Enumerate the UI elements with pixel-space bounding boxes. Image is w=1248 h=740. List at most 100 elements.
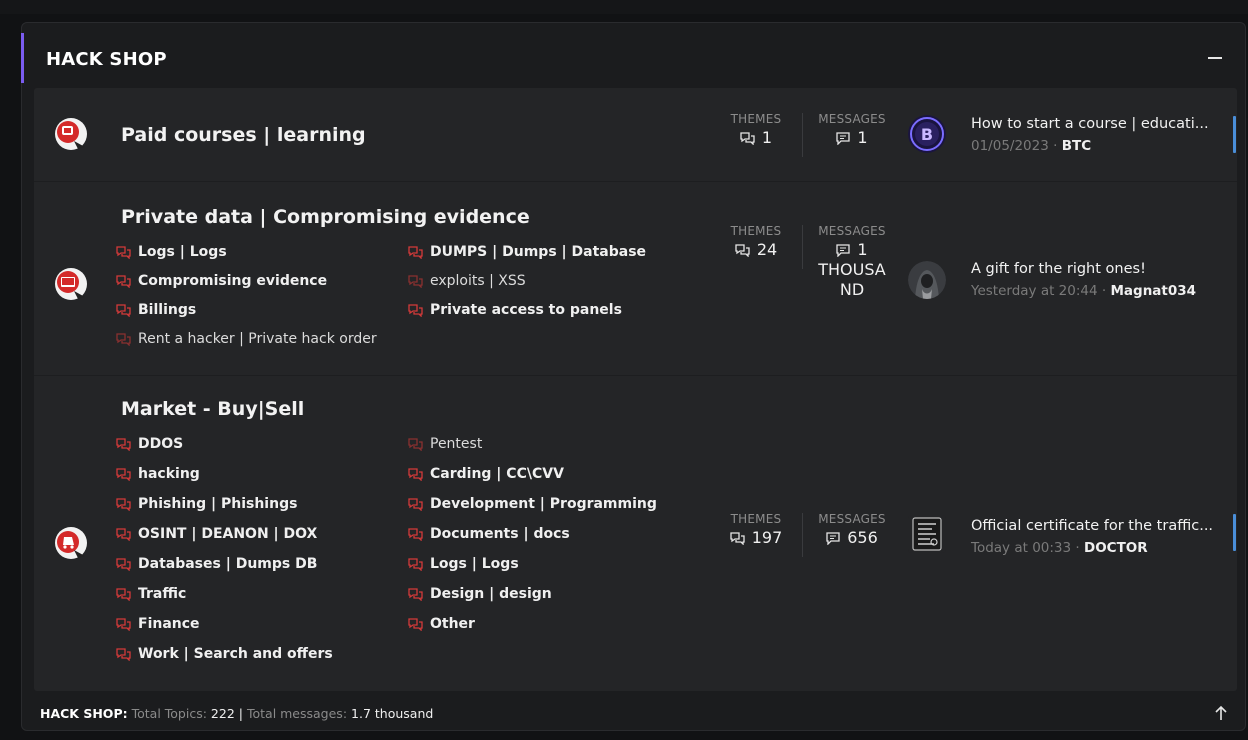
subforum-label: Work | Search and offers bbox=[138, 646, 333, 662]
subforum-bubble-icon bbox=[408, 245, 423, 259]
themes-stat: THEMES 197 bbox=[726, 512, 786, 548]
subforum-bubble-icon bbox=[408, 617, 423, 631]
threads-icon bbox=[740, 131, 755, 145]
unread-marker bbox=[1233, 116, 1236, 153]
footer-separator: | bbox=[238, 706, 243, 721]
certificate-avatar[interactable] bbox=[908, 515, 946, 553]
subforum-bubble-icon bbox=[116, 647, 131, 661]
forum-courses-icon bbox=[54, 117, 88, 151]
category-title[interactable]: HACK SHOP bbox=[46, 49, 167, 70]
last-post-title[interactable]: How to start a course | educati... bbox=[971, 116, 1219, 132]
subforum-bubble-icon bbox=[116, 557, 131, 571]
themes-label: THEMES bbox=[730, 224, 782, 238]
subforum-link[interactable]: Private access to panels bbox=[408, 302, 622, 318]
category-header: HACK SHOP bbox=[22, 23, 1245, 89]
subforum-list: DDOS hacking Phishing | Phishings OSINT … bbox=[116, 436, 686, 666]
minus-icon[interactable] bbox=[1207, 44, 1225, 64]
subforum-label: Design | design bbox=[430, 586, 552, 602]
arrow-up-icon[interactable] bbox=[1213, 704, 1229, 722]
subforum-link[interactable]: DUMPS | Dumps | Database bbox=[408, 244, 646, 260]
subforum-label: hacking bbox=[138, 466, 200, 482]
forum-category-panel: HACK SHOP Paid courses | learning THEMES bbox=[21, 22, 1246, 731]
subforum-link[interactable]: Carding | CC\CVV bbox=[408, 466, 564, 482]
subforum-bubble-icon bbox=[116, 245, 131, 259]
forum-row-private-data[interactable]: Private data | Compromising evidence Log… bbox=[34, 181, 1237, 375]
subforum-label: Logs | Logs bbox=[430, 556, 519, 572]
subforum-link[interactable]: Work | Search and offers bbox=[116, 646, 333, 662]
subforum-link[interactable]: Databases | Dumps DB bbox=[116, 556, 317, 572]
unread-marker bbox=[1233, 514, 1236, 551]
subforum-bubble-icon bbox=[408, 557, 423, 571]
stat-divider bbox=[802, 113, 803, 157]
subforum-link[interactable]: Billings bbox=[116, 302, 196, 318]
subforum-link[interactable]: Development | Programming bbox=[408, 496, 657, 512]
messages-count: 1 bbox=[857, 128, 868, 147]
subforum-bubble-icon bbox=[408, 527, 423, 541]
forum-list: Paid courses | learning THEMES 1 MESSAGE… bbox=[34, 88, 1237, 691]
messages-stat: MESSAGES 656 bbox=[812, 512, 892, 548]
meta-separator: · bbox=[1101, 283, 1107, 299]
forum-market-icon bbox=[54, 526, 88, 560]
subforum-link[interactable]: hacking bbox=[116, 466, 200, 482]
subforum-link[interactable]: DDOS bbox=[116, 436, 183, 452]
threads-icon bbox=[735, 243, 750, 257]
subforum-label: exploits | XSS bbox=[430, 273, 526, 289]
subforum-link[interactable]: exploits | XSS bbox=[408, 273, 526, 289]
meta-separator: · bbox=[1075, 540, 1080, 556]
subforum-label: OSINT | DEANON | DOX bbox=[138, 526, 318, 542]
last-post-title[interactable]: Official certificate for the traffic... bbox=[971, 518, 1219, 534]
messages-count-unit-end: ND bbox=[839, 280, 865, 299]
svg-text:B: B bbox=[921, 125, 933, 144]
subforum-link[interactable]: Logs | Logs bbox=[408, 556, 519, 572]
hooded-figure-avatar[interactable] bbox=[908, 261, 946, 299]
last-post-date[interactable]: Yesterday at 20:44 bbox=[971, 283, 1098, 299]
stat-divider bbox=[802, 225, 803, 269]
subforum-label: Development | Programming bbox=[430, 496, 657, 512]
themes-count: 197 bbox=[751, 528, 783, 547]
last-post-author[interactable]: DOCTOR bbox=[1084, 540, 1148, 556]
subforum-link[interactable]: Finance bbox=[116, 616, 200, 632]
subforum-bubble-icon bbox=[408, 497, 423, 511]
subforum-link[interactable]: Traffic bbox=[116, 586, 186, 602]
top-strip bbox=[0, 0, 1248, 14]
last-post-author[interactable]: BTC bbox=[1062, 138, 1091, 154]
subforum-link[interactable]: Phishing | Phishings bbox=[116, 496, 297, 512]
forum-row-market[interactable]: Market - Buy|Sell DDOS hacking Phishing … bbox=[34, 375, 1237, 691]
messages-count-unit: THOUSA bbox=[818, 260, 886, 279]
subforum-bubble-icon bbox=[116, 617, 131, 631]
subforum-label: Compromising evidence bbox=[138, 273, 328, 289]
subforum-link[interactable]: OSINT | DEANON | DOX bbox=[116, 526, 317, 542]
messages-icon bbox=[826, 531, 840, 545]
last-post-meta: 01/05/2023 · BTC bbox=[971, 138, 1091, 154]
subforum-bubble-icon bbox=[116, 303, 131, 317]
category-stats: HACK SHOP: Total Topics: 222 | Total mes… bbox=[40, 706, 433, 721]
subforum-link[interactable]: Rent a hacker | Private hack order bbox=[116, 331, 377, 347]
last-post-date[interactable]: 01/05/2023 bbox=[971, 138, 1049, 154]
forum-row-paid-courses[interactable]: Paid courses | learning THEMES 1 MESSAGE… bbox=[34, 88, 1237, 181]
btc-avatar[interactable]: B bbox=[908, 115, 946, 153]
subforum-bubble-icon bbox=[116, 274, 131, 288]
last-post-author[interactable]: Magnat034 bbox=[1110, 283, 1196, 299]
last-post-date[interactable]: Today at 00:33 bbox=[971, 540, 1071, 556]
subforum-bubble-icon bbox=[408, 274, 423, 288]
footer-topics-value: 222 bbox=[210, 706, 235, 721]
footer-messages-value: 1.7 thousand bbox=[351, 706, 434, 721]
subforum-link[interactable]: Logs | Logs bbox=[116, 244, 227, 260]
subforum-link[interactable]: Design | design bbox=[408, 586, 552, 602]
last-post-meta: Today at 00:33 · DOCTOR bbox=[971, 540, 1148, 556]
subforum-label: Billings bbox=[138, 302, 197, 318]
forum-title[interactable]: Market - Buy|Sell bbox=[121, 398, 304, 420]
subforum-link[interactable]: Other bbox=[408, 616, 475, 632]
subforum-label: Phishing | Phishings bbox=[138, 496, 298, 512]
subforum-link[interactable]: Compromising evidence bbox=[116, 273, 327, 289]
subforum-link[interactable]: Pentest bbox=[408, 436, 482, 452]
footer-messages-label: Total messages: bbox=[246, 706, 348, 721]
themes-label: THEMES bbox=[730, 512, 782, 526]
subforum-label: Logs | Logs bbox=[138, 244, 227, 260]
last-post-title[interactable]: A gift for the right ones! bbox=[971, 261, 1219, 277]
messages-count: 656 bbox=[847, 528, 878, 547]
subforum-bubble-icon bbox=[116, 587, 131, 601]
subforum-link[interactable]: Documents | docs bbox=[408, 526, 570, 542]
forum-title[interactable]: Paid courses | learning bbox=[121, 124, 366, 146]
forum-title[interactable]: Private data | Compromising evidence bbox=[121, 206, 530, 228]
